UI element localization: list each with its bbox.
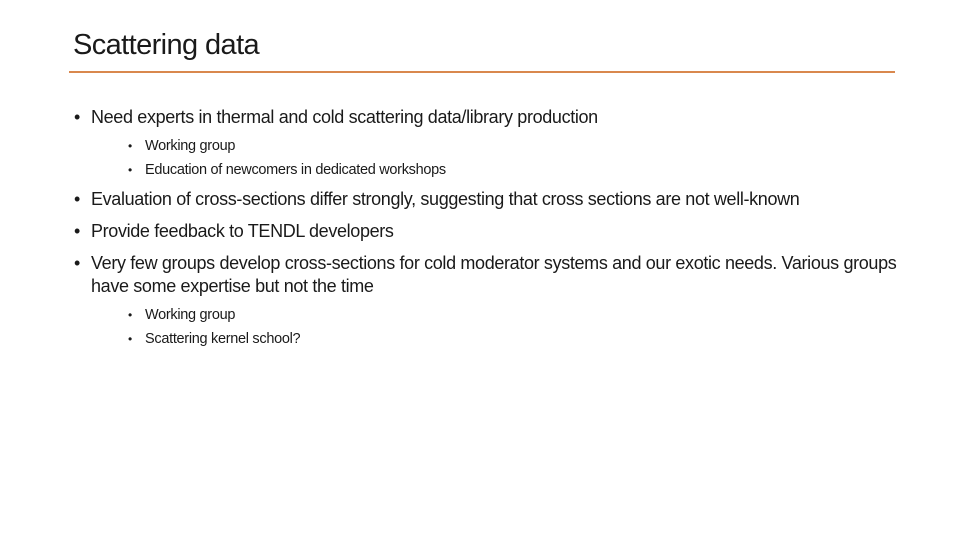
bullet-item: • Provide feedback to TENDL developers [73, 220, 903, 243]
sub-bullet-icon: • [128, 332, 132, 346]
sub-bullet-list: • Working group • Scattering kernel scho… [91, 303, 903, 351]
bullet-item: • Need experts in thermal and cold scatt… [73, 106, 903, 182]
bullet-item: • Very few groups develop cross-sections… [73, 252, 903, 351]
slide-title: Scattering data [73, 29, 260, 61]
sub-bullet-text: Working group [145, 138, 236, 154]
sub-bullet-icon: • [128, 139, 132, 153]
sub-bullet-item: • Working group [91, 303, 903, 327]
bullet-icon: • [74, 189, 80, 209]
bullet-text: Provide feedback to TENDL developers [91, 221, 394, 241]
bullet-text: Need experts in thermal and cold scatter… [91, 107, 598, 127]
slide-body: • Need experts in thermal and cold scatt… [73, 106, 903, 361]
bullet-icon: • [74, 107, 80, 127]
bullet-icon: • [74, 253, 80, 273]
bullet-item: • Evaluation of cross-sections differ st… [73, 188, 903, 211]
bullet-text: Evaluation of cross-sections differ stro… [91, 189, 800, 209]
bullet-list: • Need experts in thermal and cold scatt… [73, 106, 903, 351]
sub-bullet-text: Scattering kernel school? [145, 331, 301, 347]
sub-bullet-item: • Education of newcomers in dedicated wo… [91, 158, 903, 182]
sub-bullet-icon: • [128, 308, 132, 322]
sub-bullet-list: • Working group • Education of newcomers… [91, 134, 903, 182]
bullet-icon: • [74, 221, 80, 241]
sub-bullet-item: • Scattering kernel school? [91, 327, 903, 351]
sub-bullet-item: • Working group [91, 134, 903, 158]
bullet-text: Very few groups develop cross-sections f… [91, 253, 897, 296]
sub-bullet-text: Education of newcomers in dedicated work… [145, 162, 446, 178]
title-underline [69, 71, 895, 73]
sub-bullet-icon: • [128, 163, 132, 177]
sub-bullet-text: Working group [145, 307, 236, 323]
